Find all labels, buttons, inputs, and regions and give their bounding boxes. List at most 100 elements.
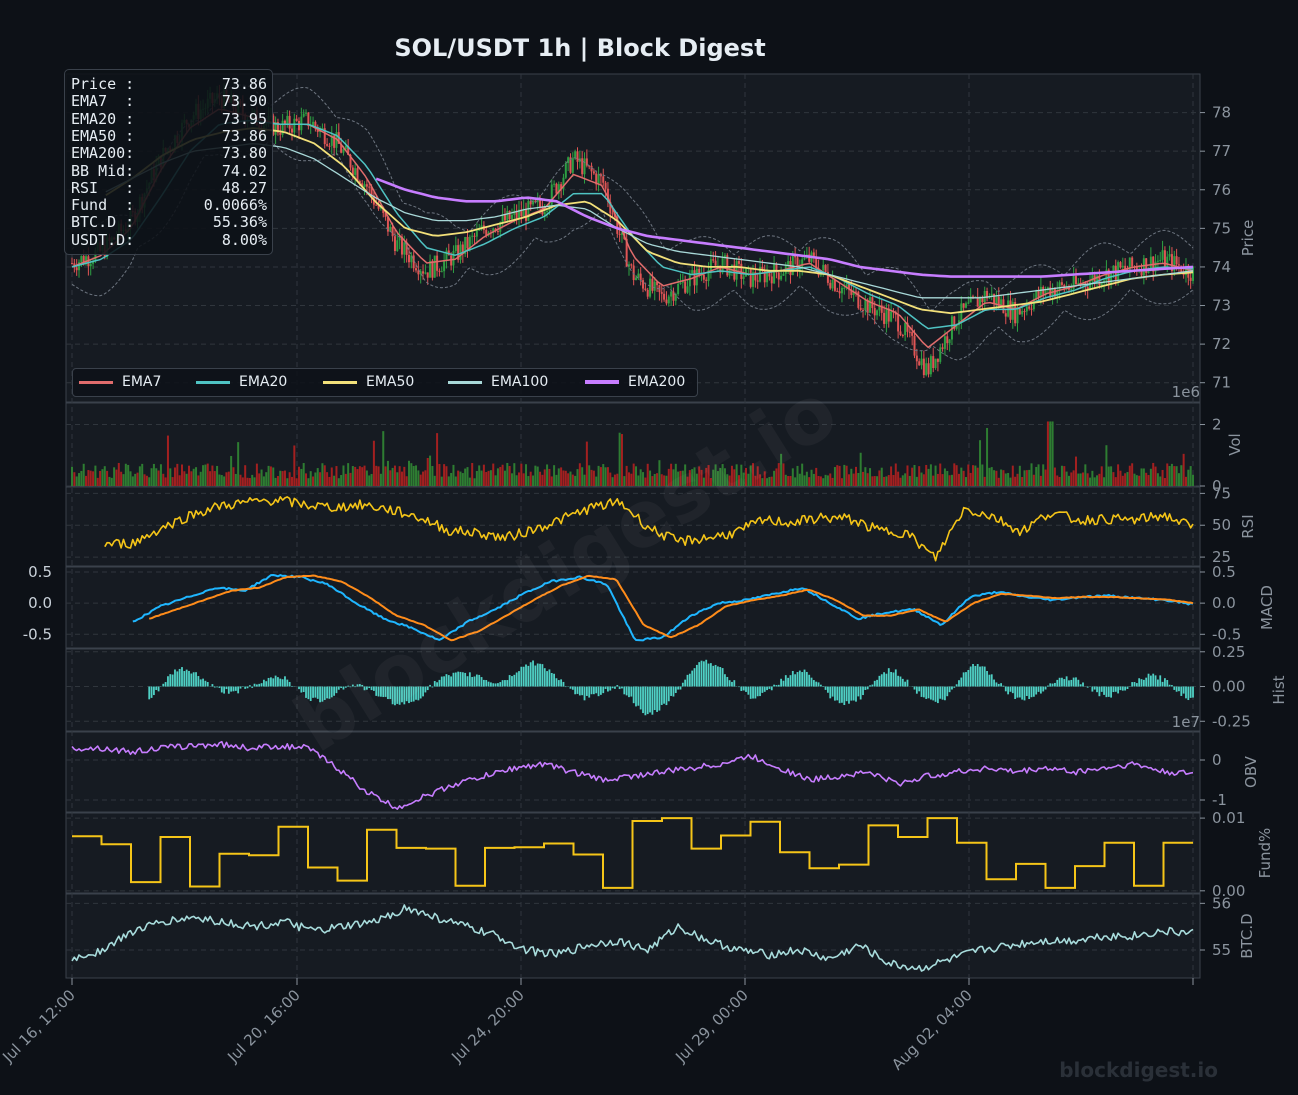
info-row: EMA7 : 73.90: [71, 93, 267, 110]
hist-bar: [1044, 686, 1047, 690]
candle-body: [824, 264, 827, 273]
hist-bar: [855, 686, 857, 702]
volume-bar: [560, 467, 563, 486]
volume-bar: [946, 470, 949, 486]
info-label: USDT.D:: [71, 230, 135, 249]
hist-bar: [279, 678, 282, 687]
volume-bar: [1121, 475, 1124, 486]
volume-bar: [850, 468, 853, 486]
volume-bar: [396, 472, 399, 486]
hist-bar: [677, 686, 680, 690]
volume-bar: [866, 473, 869, 486]
hist-bar: [782, 680, 785, 687]
volume-bar: [300, 468, 303, 486]
volume-bar: [990, 467, 993, 486]
hist-bar: [506, 680, 509, 687]
hist-bar: [1032, 686, 1035, 697]
y-tick-label: -0.25: [1212, 712, 1251, 730]
hist-bar: [178, 668, 181, 687]
candle-body: [422, 271, 425, 274]
hist-bar: [932, 686, 935, 701]
axis-label-rsi: RSI: [1239, 514, 1257, 538]
candle-body: [466, 236, 469, 249]
hist-bar: [1061, 677, 1063, 687]
candle-body: [890, 311, 893, 322]
info-row: EMA200: 73.80: [71, 145, 267, 162]
candle-body: [1100, 282, 1103, 286]
hist-bar: [564, 686, 567, 688]
hist-bar: [686, 674, 689, 687]
volume-bar: [337, 478, 340, 486]
hist-bar: [492, 683, 495, 687]
y-tick-label: 75: [1212, 219, 1231, 237]
volume-bar: [260, 469, 263, 486]
hist-bar: [628, 686, 630, 698]
candle-body: [305, 112, 308, 114]
candle-body: [883, 312, 886, 324]
info-row: Fund : 0.0066%: [71, 197, 267, 214]
volume-bar: [1117, 464, 1120, 486]
volume-bar: [943, 468, 946, 486]
volume-bar: [1124, 473, 1127, 486]
volume-bar: [592, 470, 595, 486]
hist-bar: [592, 686, 595, 695]
volume-bar: [550, 476, 553, 486]
y-tick-label: 71: [1212, 374, 1231, 392]
hist-bar: [674, 686, 677, 693]
candle-body: [326, 144, 329, 146]
volume-bar: [370, 473, 373, 486]
candle-body: [904, 322, 907, 336]
candle-body: [440, 271, 443, 273]
axis-label-btc_dominance: BTC.D: [1238, 913, 1256, 958]
candle-body: [737, 261, 740, 264]
hist-bar: [490, 682, 492, 687]
hist-bar: [220, 686, 223, 693]
volume-bar: [1074, 456, 1077, 486]
info-label: Price :: [71, 75, 135, 93]
candle-body: [908, 331, 911, 333]
candle-body: [403, 242, 406, 255]
candle-body: [426, 272, 429, 278]
y-tick-label: -1: [1212, 791, 1227, 809]
volume-bar: [525, 464, 528, 486]
volume-bar: [452, 464, 455, 486]
hist-bar: [1121, 686, 1124, 691]
candle-body: [869, 297, 872, 313]
candle-body: [639, 273, 642, 281]
volume-bar: [890, 466, 893, 486]
volume-bar: [1079, 473, 1082, 486]
hist-bar: [724, 674, 726, 687]
x-tick-label: Jul 24, 20:00: [447, 986, 527, 1066]
hist-bar: [1138, 678, 1141, 687]
hist-bar: [876, 679, 878, 687]
volume-bar: [1098, 473, 1101, 486]
candle-body: [553, 183, 556, 185]
candle-body: [583, 158, 586, 175]
info-label: EMA20 :: [71, 109, 135, 128]
hist-bar: [1182, 686, 1185, 694]
candle-body: [714, 260, 717, 266]
hist-bar: [805, 671, 808, 687]
volume-bar: [489, 470, 492, 486]
candle-body: [1007, 300, 1010, 317]
volume-bar: [347, 463, 350, 486]
candle-body: [635, 277, 638, 281]
hist-bar: [1091, 686, 1094, 692]
volume-bar: [391, 467, 394, 486]
volume-bar: [979, 440, 982, 486]
volume-bar: [496, 468, 499, 486]
hist-bar: [532, 660, 534, 687]
volume-bar: [585, 441, 588, 486]
hist-bar: [979, 666, 981, 687]
hist-bar: [642, 686, 644, 714]
volume-bar: [553, 465, 556, 486]
hist-bar: [702, 661, 705, 687]
hist-bar: [1047, 685, 1049, 687]
volume-bar: [115, 469, 118, 486]
volume-bar: [869, 468, 872, 486]
candle-body: [997, 296, 1000, 305]
hist-bar: [915, 686, 918, 694]
hist-bar: [258, 683, 261, 687]
hist-bar: [1093, 686, 1096, 690]
candle-body: [1070, 288, 1073, 290]
